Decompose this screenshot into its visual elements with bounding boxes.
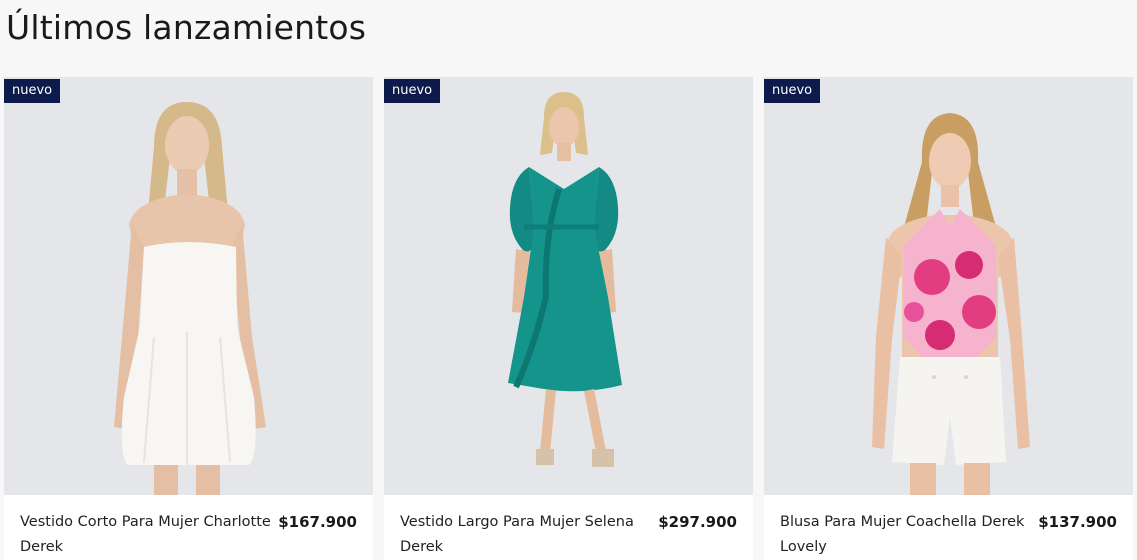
product-image[interactable]: nuevo: [384, 77, 753, 495]
product-grid: nuevo Vestido Corto Para Mujer Charlotte…: [4, 77, 1137, 560]
product-info: Vestido Corto Para Mujer Charlotte Derek…: [4, 495, 373, 560]
product-info: Vestido Largo Para Mujer Selena Derek $2…: [384, 495, 753, 560]
product-image[interactable]: nuevo: [4, 77, 373, 495]
product-info: Blusa Para Mujer Coachella Derek Lovely …: [764, 495, 1133, 560]
new-badge: nuevo: [764, 79, 821, 103]
product-price: $297.900: [658, 513, 737, 531]
product-price: $167.900: [278, 513, 357, 531]
product-card[interactable]: nuevo Vestido Corto Para Mujer Charlotte…: [4, 77, 373, 560]
product-image[interactable]: nuevo: [764, 77, 1133, 495]
product-name[interactable]: Blusa Para Mujer Coachella Derek Lovely: [780, 510, 1035, 560]
product-card[interactable]: nuevo: [384, 77, 753, 560]
new-badge: nuevo: [4, 79, 61, 103]
product-card[interactable]: nuevo: [764, 77, 1133, 560]
section-title: Últimos lanzamientos: [6, 8, 367, 47]
model-white-dress-illustration: [4, 77, 373, 495]
model-teal-dress-illustration: [384, 77, 753, 495]
new-badge: nuevo: [384, 79, 441, 103]
product-price: $137.900: [1038, 513, 1117, 531]
product-name[interactable]: Vestido Largo Para Mujer Selena Derek: [400, 510, 655, 560]
model-pink-top-illustration: [764, 77, 1133, 495]
product-name[interactable]: Vestido Corto Para Mujer Charlotte Derek: [20, 510, 275, 560]
